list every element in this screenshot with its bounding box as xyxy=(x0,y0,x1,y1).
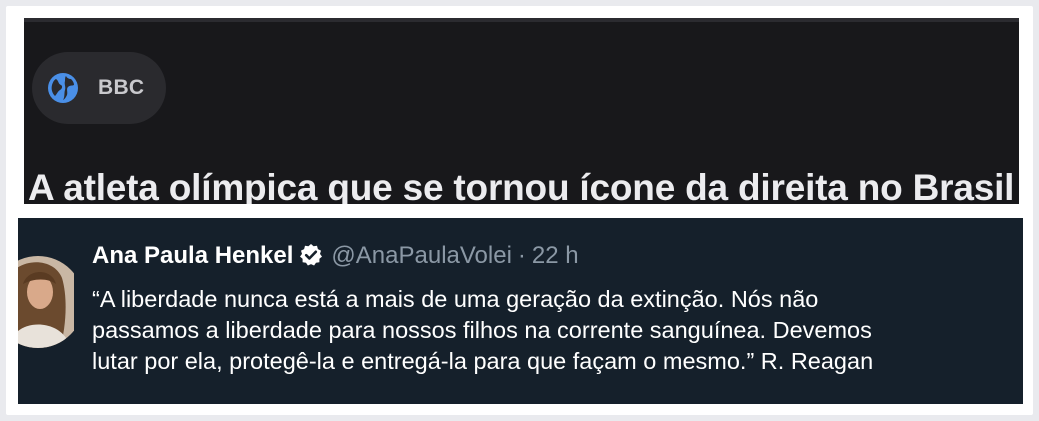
news-card[interactable]: BBC A atleta olímpica que se tornou ícon… xyxy=(24,18,1019,204)
source-chip[interactable]: BBC xyxy=(32,52,166,124)
tweet-header: Ana Paula Henkel @AnaPaulaVolei · 22 h xyxy=(92,238,579,274)
tweet-card[interactable]: Ana Paula Henkel @AnaPaulaVolei · 22 h “A l… xyxy=(18,218,1023,404)
tweet-text-line: passamos a liberdade para nossos filhos … xyxy=(92,317,872,343)
source-name: BBC xyxy=(98,76,145,99)
author-handle[interactable]: @AnaPaulaVolei xyxy=(331,242,512,269)
verified-badge-icon xyxy=(299,242,323,278)
separator-dot: · xyxy=(517,242,526,269)
tweet-text: “A liberdade nunca está a mais de uma ge… xyxy=(92,284,1023,377)
author-name[interactable]: Ana Paula Henkel xyxy=(92,242,293,269)
avatar[interactable] xyxy=(18,238,74,348)
tweet-text-line: “A liberdade nunca está a mais de uma ge… xyxy=(92,286,819,312)
globe-icon xyxy=(47,72,79,104)
tweet-text-line: lutar por ela, protegê-la e entregá-la p… xyxy=(92,348,874,374)
top-divider xyxy=(24,18,1019,22)
tweet-time[interactable]: 22 h xyxy=(532,242,579,269)
headline[interactable]: A atleta olímpica que se tornou ícone da… xyxy=(28,166,1019,204)
